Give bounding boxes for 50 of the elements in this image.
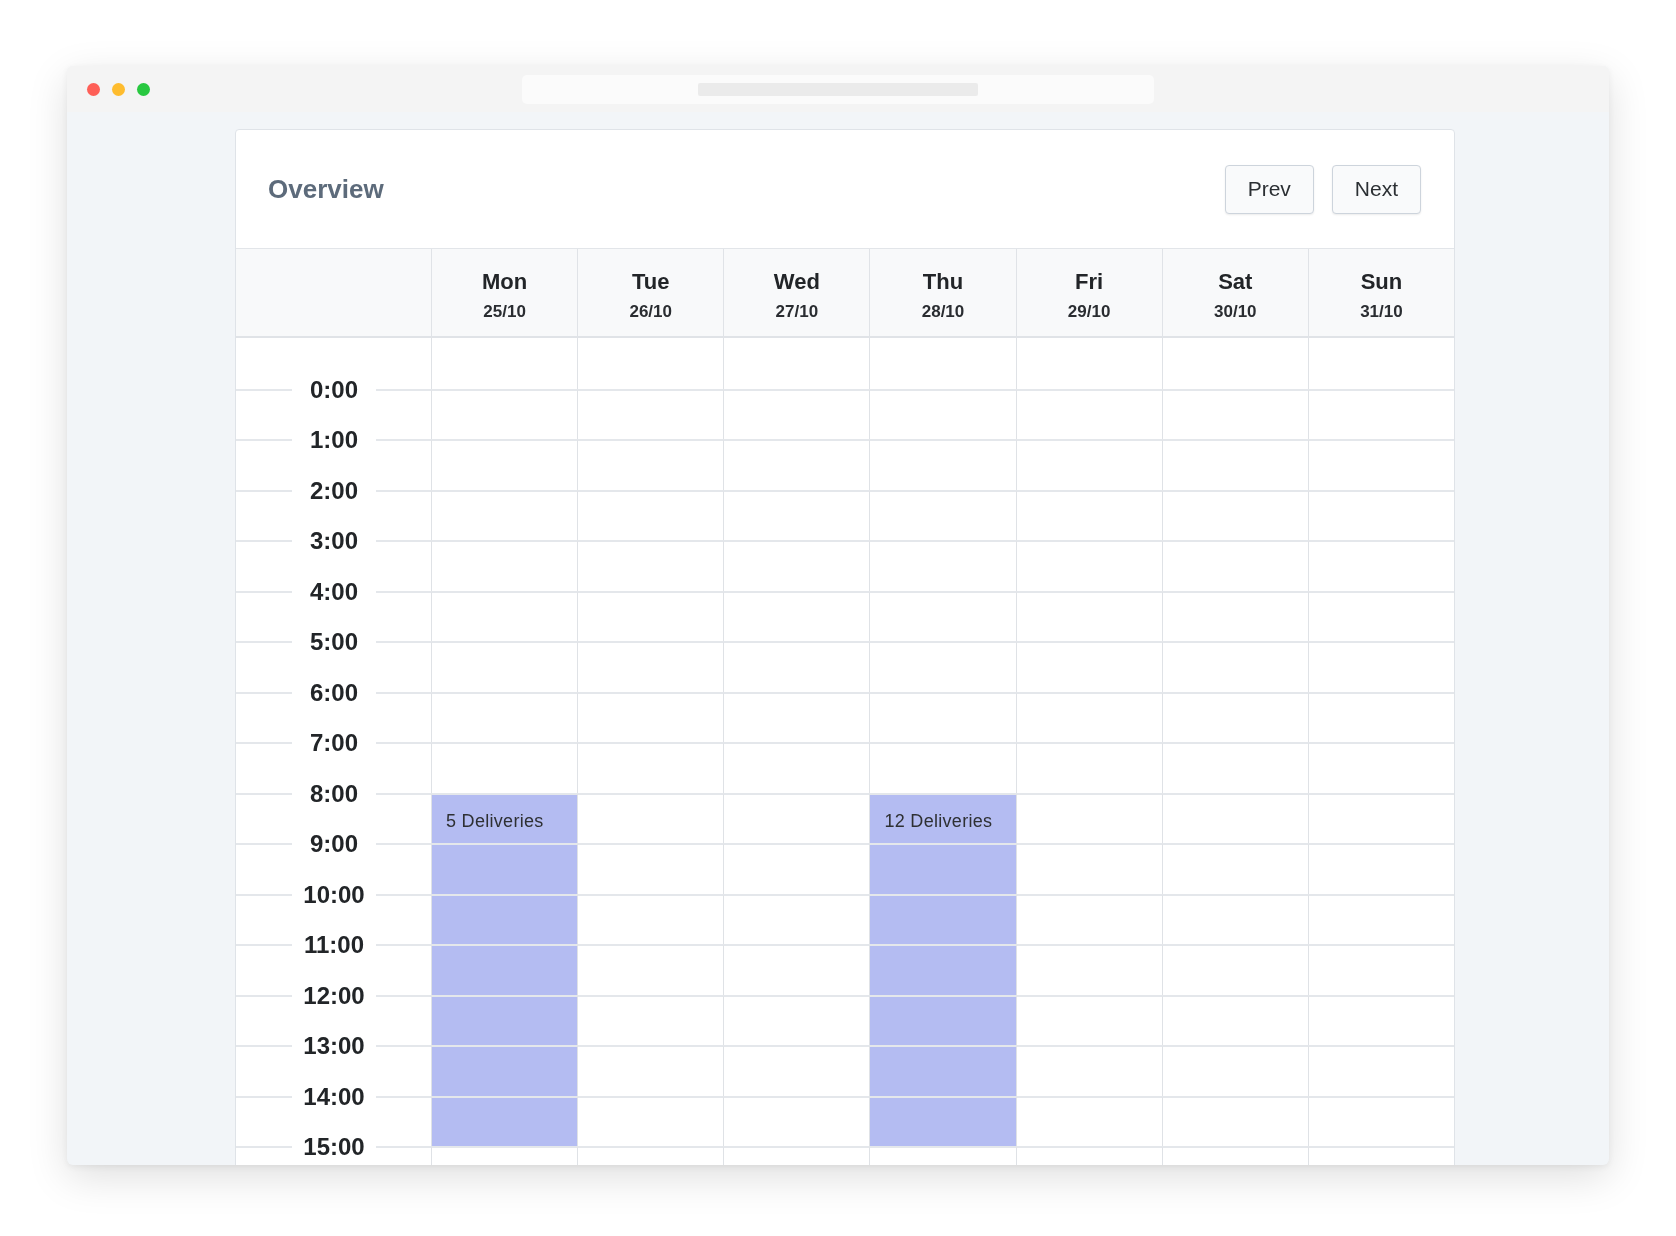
- minimize-button[interactable]: [112, 82, 125, 96]
- booked-slot[interactable]: [431, 1045, 578, 1096]
- hour-label: 5:00: [308, 628, 359, 656]
- hour-label: 6:00: [308, 678, 359, 707]
- hour-label: 8:00: [308, 779, 359, 808]
- day-name: Mon: [481, 269, 528, 295]
- booked-slot[interactable]: [869, 843, 1016, 894]
- booked-slot[interactable]: 12 Deliveries: [869, 792, 1016, 843]
- booked-slot[interactable]: [869, 893, 1016, 944]
- hour-label: 4:00: [308, 577, 359, 606]
- hour-label: 9:00: [308, 830, 359, 858]
- hour-label: 1:00: [308, 426, 359, 454]
- booked-slot[interactable]: [869, 944, 1016, 995]
- booked-slot[interactable]: 5 Deliveries: [431, 792, 578, 843]
- day-date: 29/10: [1067, 301, 1111, 323]
- hour-label: 2:00: [308, 476, 359, 505]
- card-title: Overview: [268, 173, 384, 205]
- day-name: Wed: [773, 269, 820, 295]
- booked-slot[interactable]: [431, 994, 578, 1045]
- day-date: 30/10: [1214, 301, 1257, 323]
- maximize-button[interactable]: [137, 82, 150, 96]
- day-date: 28/10: [921, 301, 965, 323]
- day-date: 25/10: [483, 301, 526, 323]
- day-date: 26/10: [629, 301, 672, 323]
- day-name: Sun: [1360, 269, 1403, 295]
- day-name: Thu: [922, 269, 964, 295]
- nav-button[interactable]: Prev: [1224, 164, 1314, 214]
- day-name: Tue: [631, 269, 670, 295]
- booked-slot[interactable]: [431, 944, 578, 995]
- booked-slot[interactable]: [431, 843, 578, 894]
- booked-slot[interactable]: [869, 994, 1016, 1045]
- hour-label: 13:00: [302, 1032, 366, 1060]
- hour-label: 0:00: [308, 375, 359, 404]
- day-date: 31/10: [1360, 301, 1403, 323]
- booked-slot[interactable]: [431, 893, 578, 944]
- hour-label: 11:00: [302, 931, 366, 959]
- booked-slot[interactable]: [869, 1045, 1016, 1096]
- hour-label: 15:00: [302, 1133, 366, 1161]
- hour-label: 10:00: [302, 880, 366, 909]
- booked-slot[interactable]: [431, 1095, 578, 1146]
- hour-label: 14:00: [302, 1082, 366, 1111]
- hour-label: 3:00: [308, 527, 359, 555]
- day-name: Fri: [1075, 269, 1104, 295]
- day-date: 27/10: [775, 301, 819, 323]
- close-button[interactable]: [87, 82, 100, 96]
- day-name: Sat: [1218, 269, 1253, 295]
- booked-slot[interactable]: [869, 1095, 1016, 1146]
- hour-label: 7:00: [308, 729, 359, 757]
- nav-button[interactable]: Next: [1331, 164, 1421, 214]
- hour-label: 12:00: [302, 981, 366, 1010]
